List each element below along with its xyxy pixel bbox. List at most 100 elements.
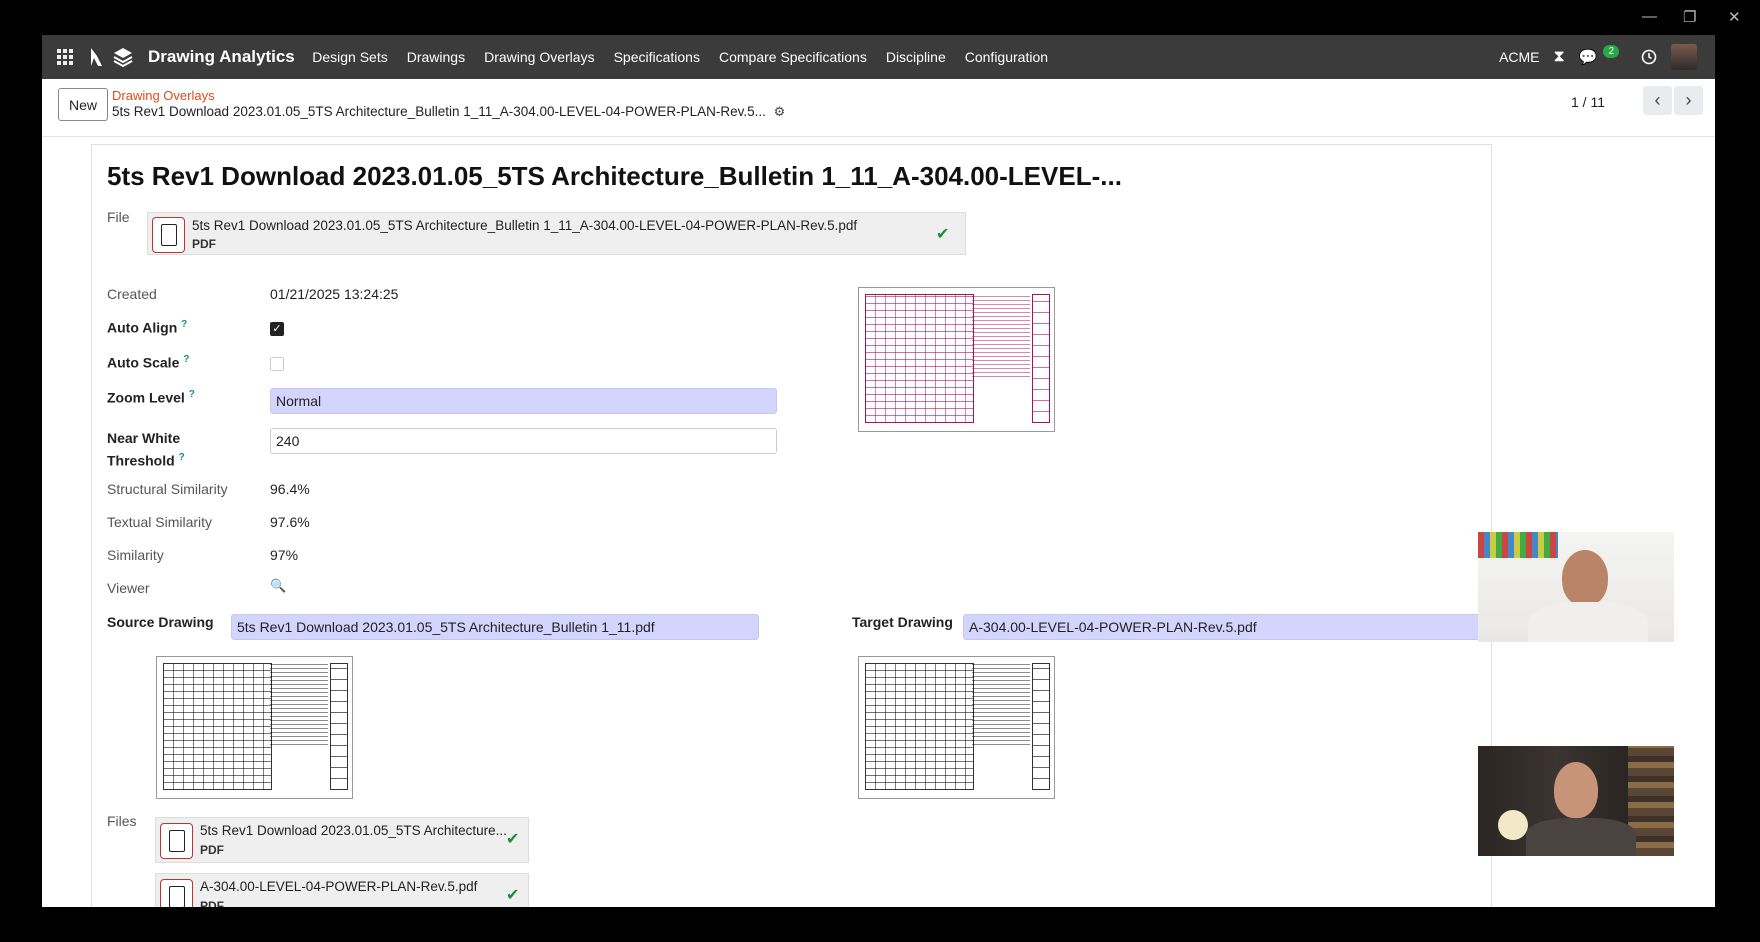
source-title-block-graphic (330, 663, 348, 790)
menu-drawing-overlays[interactable]: Drawing Overlays (475, 49, 604, 65)
video-participant-1 (1478, 532, 1674, 642)
app-title[interactable]: Drawing Analytics (148, 47, 295, 67)
menu-design-sets[interactable]: Design Sets (303, 49, 397, 65)
target-drawing-field[interactable]: A-304.00-LEVEL-04-POWER-PLAN-Rev.5.pdf (963, 614, 1496, 640)
help-icon[interactable]: ? (183, 354, 189, 365)
menu-drawings[interactable]: Drawings (397, 49, 474, 65)
target-notes-graphic (971, 663, 1030, 748)
participant-2-head (1554, 762, 1598, 818)
file-list-item[interactable]: 5ts Rev1 Download 2023.01.05_5TS Archite… (155, 817, 529, 863)
zoom-level-label: Zoom Level ? (107, 389, 195, 406)
target-drawing-label: Target Drawing (852, 614, 953, 630)
pdf-file-icon (152, 217, 185, 253)
breadcrumb-current: 5ts Rev1 Download 2023.01.05_5TS Archite… (112, 104, 785, 120)
new-button[interactable]: New (58, 88, 108, 121)
help-icon[interactable]: ? (181, 319, 187, 330)
gear-icon[interactable]: ⚙ (774, 104, 786, 119)
file-list-item-name[interactable]: 5ts Rev1 Download 2023.01.05_5TS Archite… (200, 823, 520, 838)
magnifier-icon[interactable]: 🔍 (270, 578, 286, 594)
messages-badge: 2 (1603, 44, 1619, 58)
near-white-threshold-label: Near White Threshold ? (107, 428, 185, 471)
participant-1-head (1562, 550, 1608, 606)
file-list-item[interactable]: A-304.00-LEVEL-04-POWER-PLAN-Rev.5.pdf P… (155, 873, 529, 907)
hourglass-icon[interactable]: ⧗ (1554, 48, 1565, 66)
overlay-plan-graphic (865, 294, 975, 423)
apps-grid-icon[interactable] (42, 35, 88, 79)
file-type: PDF (192, 237, 216, 251)
help-icon[interactable]: ? (179, 452, 185, 463)
pager-previous-button[interactable]: ‹ (1643, 86, 1672, 115)
near-white-threshold-input[interactable]: 240 (270, 428, 777, 454)
company-switcher[interactable]: ACME (1499, 49, 1539, 65)
wall-art (1478, 532, 1558, 558)
overlay-title-block-graphic (1032, 294, 1050, 423)
source-drawing-preview[interactable] (156, 656, 353, 799)
auto-scale-checkbox[interactable] (270, 357, 284, 371)
created-value: 01/21/2025 13:24:25 (270, 286, 399, 302)
video-participant-2 (1478, 746, 1674, 856)
participant-2-body (1526, 818, 1636, 856)
target-drawing-preview[interactable] (858, 656, 1055, 799)
breadcrumb-parent[interactable]: Drawing Overlays (112, 88, 215, 103)
chevron-right-icon: › (1685, 90, 1692, 110)
auto-scale-label-text: Auto Scale (107, 354, 180, 371)
textual-similarity-value: 97.6% (270, 514, 310, 530)
file-name[interactable]: 5ts Rev1 Download 2023.01.05_5TS Archite… (192, 218, 892, 233)
source-notes-graphic (269, 663, 328, 748)
file-list-item-name[interactable]: A-304.00-LEVEL-04-POWER-PLAN-Rev.5.pdf (200, 879, 520, 894)
brand[interactable]: Drawing Analytics (88, 46, 295, 68)
overlay-notes-graphic (971, 294, 1030, 380)
auto-align-label-text: Auto Align (107, 319, 178, 336)
check-icon: ✔ (936, 226, 950, 243)
clock-icon[interactable] (1641, 49, 1657, 65)
near-white-label-line2: Threshold (107, 452, 175, 469)
created-label: Created (107, 286, 157, 302)
pdf-file-icon (160, 879, 193, 907)
menu-configuration[interactable]: Configuration (955, 49, 1057, 65)
chat-icon[interactable]: 💬 (1579, 48, 1598, 66)
check-icon: ✔ (506, 831, 520, 848)
auto-scale-label: Auto Scale ? (107, 354, 189, 371)
auto-align-checkbox[interactable]: ✓ (270, 322, 284, 336)
file-list-item-type: PDF (200, 843, 224, 857)
zoom-level-select[interactable]: Normal (270, 388, 777, 414)
minimize-icon[interactable]: — (1642, 8, 1657, 25)
auto-align-label: Auto Align ? (107, 319, 187, 336)
menu-specifications[interactable]: Specifications (604, 49, 709, 65)
file-list-item-type: PDF (200, 899, 224, 907)
source-plan-graphic (163, 663, 273, 790)
similarity-value: 97% (270, 547, 299, 563)
menu-discipline[interactable]: Discipline (876, 49, 955, 65)
source-drawing-label: Source Drawing (107, 614, 214, 630)
files-label: Files (107, 813, 137, 829)
pdf-file-icon (160, 823, 193, 859)
record-title: 5ts Rev1 Download 2023.01.05_5TS Archite… (107, 161, 1122, 191)
close-window-icon[interactable]: ✕ (1728, 8, 1741, 26)
top-navbar: Drawing Analytics Design Sets Drawings D… (42, 35, 1715, 79)
target-title-block-graphic (1032, 663, 1050, 790)
viewer-label: Viewer (107, 580, 150, 596)
structural-similarity-value: 96.4% (270, 481, 310, 497)
user-avatar[interactable] (1671, 44, 1697, 70)
restore-icon[interactable]: ❐ (1683, 8, 1696, 26)
zoom-level-label-text: Zoom Level (107, 389, 185, 406)
chevron-left-icon: ‹ (1654, 90, 1661, 110)
pager-value[interactable]: 1 / 11 (1571, 94, 1605, 110)
near-white-label-line1: Near White (107, 430, 181, 446)
textual-similarity-label: Textual Similarity (107, 514, 213, 530)
file-attachment[interactable]: 5ts Rev1 Download 2023.01.05_5TS Archite… (147, 212, 966, 255)
screen: — ❐ ✕ Drawing Analytics Design Sets Draw… (0, 0, 1760, 942)
pager-next-button[interactable]: › (1674, 86, 1703, 115)
overlay-preview-image[interactable] (858, 287, 1055, 432)
lamp (1498, 810, 1528, 840)
check-icon: ✔ (506, 887, 520, 904)
help-icon[interactable]: ? (189, 389, 195, 400)
structural-similarity-label: Structural Similarity (107, 481, 228, 497)
target-plan-graphic (865, 663, 975, 790)
control-panel: New Drawing Overlays 5ts Rev1 Download 2… (42, 79, 1715, 137)
layers-icon (113, 48, 133, 68)
breadcrumb-current-label: 5ts Rev1 Download 2023.01.05_5TS Archite… (112, 104, 766, 119)
menu-compare-specifications[interactable]: Compare Specifications (709, 49, 876, 65)
source-drawing-field[interactable]: 5ts Rev1 Download 2023.01.05_5TS Archite… (231, 614, 759, 640)
form-sheet: 5ts Rev1 Download 2023.01.05_5TS Archite… (91, 144, 1496, 907)
